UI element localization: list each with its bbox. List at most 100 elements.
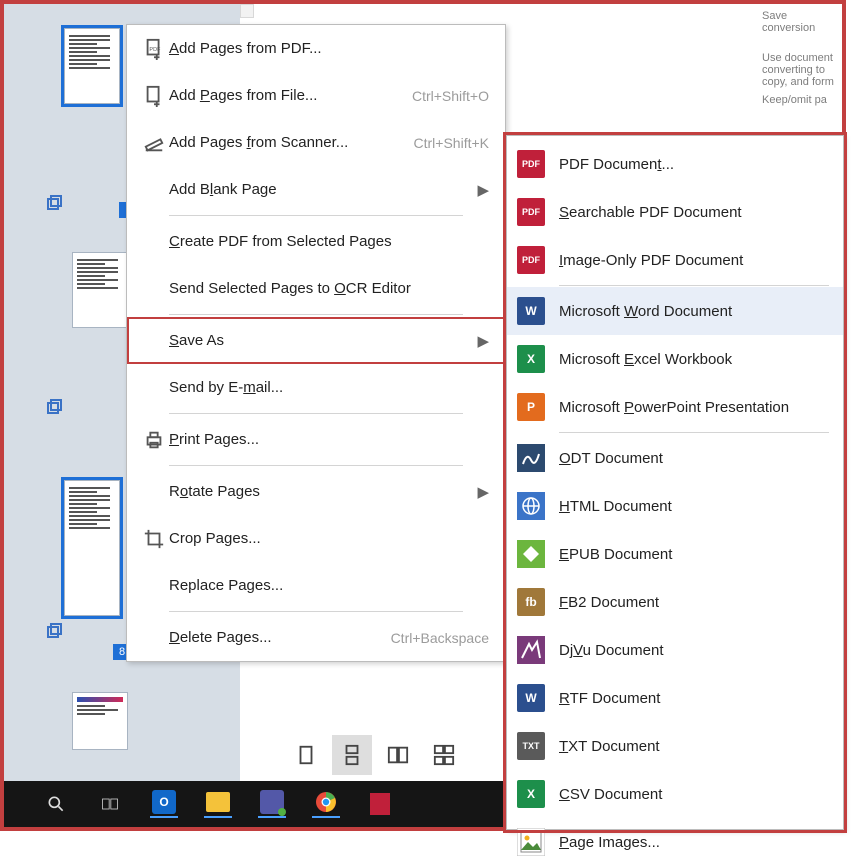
format-icon: PDF bbox=[517, 150, 545, 178]
view-continuous-button[interactable] bbox=[332, 735, 372, 775]
info-text: Keep/omit pa bbox=[762, 94, 838, 106]
save-as-option[interactable]: W RTF Document bbox=[507, 674, 843, 722]
save-as-option[interactable]: XCSV Document bbox=[507, 770, 843, 818]
option-label: Microsoft PowerPoint Presentation bbox=[559, 399, 789, 416]
menu-label: Add Pages from PDF... bbox=[169, 40, 489, 57]
format-icon bbox=[517, 828, 545, 856]
shortcut-hint: Ctrl+Shift+K bbox=[414, 135, 489, 151]
option-label: ODT Document bbox=[559, 450, 663, 467]
save-as-item[interactable]: Save As ▶ bbox=[127, 317, 505, 364]
save-as-option[interactable]: X Microsoft Excel Workbook bbox=[507, 335, 843, 383]
option-label: EPUB Document bbox=[559, 546, 672, 563]
save-as-option[interactable]: DjVu Document bbox=[507, 626, 843, 674]
option-label: FB2 Document bbox=[559, 594, 659, 611]
rotate-pages-item[interactable]: Rotate Pages ▶ bbox=[127, 468, 505, 515]
menu-label: Add Blank Page bbox=[169, 181, 477, 198]
format-icon bbox=[517, 540, 545, 568]
page-thumbnail[interactable] bbox=[72, 692, 128, 750]
file-explorer-icon[interactable] bbox=[204, 790, 232, 818]
teams-icon[interactable] bbox=[258, 790, 286, 818]
menu-label: Add Pages from File... bbox=[169, 87, 412, 104]
option-label: Image-Only PDF Document bbox=[559, 252, 743, 269]
menu-label: Send Selected Pages to OCR Editor bbox=[169, 280, 489, 297]
scanner-icon bbox=[139, 132, 169, 154]
svg-text:PDF: PDF bbox=[149, 46, 161, 52]
format-icon: PDF bbox=[517, 246, 545, 274]
crop-pages-item[interactable]: Crop Pages... bbox=[127, 515, 505, 562]
view-two-page-button[interactable] bbox=[378, 735, 418, 775]
add-pages-from-pdf-item[interactable]: PDF Add Pages from PDF... bbox=[127, 25, 505, 72]
save-as-option[interactable]: TXT TXT Document bbox=[507, 722, 843, 770]
chrome-icon[interactable] bbox=[312, 790, 340, 818]
add-blank-page-item[interactable]: Add Blank Page ▶ bbox=[127, 166, 505, 213]
page-thumbnail[interactable] bbox=[64, 480, 120, 616]
print-pages-item[interactable]: Print Pages... bbox=[127, 416, 505, 463]
menu-separator bbox=[169, 611, 463, 612]
info-text: Save conversion bbox=[762, 10, 838, 34]
save-as-option[interactable]: ODT Document bbox=[507, 434, 843, 482]
option-label: TXT Document bbox=[559, 738, 660, 755]
page-thumbnail[interactable] bbox=[72, 252, 128, 328]
add-pages-from-scanner-item[interactable]: Add Pages from Scanner... Ctrl+Shift+K bbox=[127, 119, 505, 166]
option-label: Microsoft Word Document bbox=[559, 303, 732, 320]
view-two-continuous-button[interactable] bbox=[424, 735, 464, 775]
save-as-option[interactable]: PDFSearchable PDF Document bbox=[507, 188, 843, 236]
menu-label: Replace Pages... bbox=[169, 577, 489, 594]
format-icon: TXT bbox=[517, 732, 545, 760]
format-icon bbox=[517, 492, 545, 520]
create-pdf-item[interactable]: Create PDF from Selected Pages bbox=[127, 218, 505, 265]
save-as-option[interactable]: fb FB2 Document bbox=[507, 578, 843, 626]
menu-label: Add Pages from Scanner... bbox=[169, 134, 414, 151]
send-to-ocr-item[interactable]: Send Selected Pages to OCR Editor bbox=[127, 265, 505, 312]
format-icon: fb bbox=[517, 588, 545, 616]
info-text: Use document bbox=[762, 52, 838, 64]
info-panel: Save conversion Use document converting … bbox=[762, 4, 842, 138]
menu-separator bbox=[559, 432, 829, 433]
menu-separator bbox=[169, 465, 463, 466]
replace-pages-item[interactable]: Replace Pages... bbox=[127, 562, 505, 609]
stack-icon bbox=[45, 398, 63, 416]
app-icon[interactable] bbox=[366, 790, 394, 818]
menu-label: Create PDF from Selected Pages bbox=[169, 233, 489, 250]
page-thumbnail[interactable] bbox=[64, 28, 120, 104]
format-icon: W bbox=[517, 684, 545, 712]
task-view-icon[interactable] bbox=[96, 790, 124, 818]
send-by-email-item[interactable]: Send by E-mail... bbox=[127, 364, 505, 411]
option-label: Page Images... bbox=[559, 834, 660, 851]
option-label: PDF Document... bbox=[559, 156, 674, 173]
save-as-submenu: PDF PDF Document... PDFSearchable PDF Docu… bbox=[506, 135, 844, 830]
shortcut-hint: Ctrl+Backspace bbox=[391, 630, 489, 646]
stack-icon bbox=[45, 194, 63, 212]
view-toolbar bbox=[240, 729, 510, 781]
format-icon: P bbox=[517, 393, 545, 421]
shortcut-hint: Ctrl+Shift+O bbox=[412, 88, 489, 104]
save-as-option[interactable]: HTML Document bbox=[507, 482, 843, 530]
info-text: converting to bbox=[762, 64, 838, 76]
option-label: RTF Document bbox=[559, 690, 660, 707]
delete-pages-item[interactable]: Delete Pages... Ctrl+Backspace bbox=[127, 614, 505, 661]
save-as-option[interactable]: PDF Image-Only PDF Document bbox=[507, 236, 843, 284]
format-icon: PDF bbox=[517, 198, 545, 226]
scroll-up-button[interactable] bbox=[240, 4, 254, 18]
option-label: DjVu Document bbox=[559, 642, 664, 659]
format-icon: X bbox=[517, 345, 545, 373]
save-as-option[interactable]: W Microsoft Word Document bbox=[507, 287, 843, 335]
info-text: copy, and form bbox=[762, 76, 838, 88]
search-icon[interactable] bbox=[42, 790, 70, 818]
format-icon: X bbox=[517, 780, 545, 808]
view-single-page-button[interactable] bbox=[286, 735, 326, 775]
stack-icon bbox=[45, 622, 63, 640]
add-pages-from-file-item[interactable]: Add Pages from File... Ctrl+Shift+O bbox=[127, 72, 505, 119]
submenu-arrow-icon: ▶ bbox=[477, 483, 489, 501]
save-as-option[interactable]: PDF PDF Document... bbox=[507, 140, 843, 188]
save-as-option[interactable]: EPUB Document bbox=[507, 530, 843, 578]
menu-label: Crop Pages... bbox=[169, 530, 489, 547]
format-icon: W bbox=[517, 297, 545, 325]
menu-label: Send by E-mail... bbox=[169, 379, 489, 396]
pdf-page-icon: PDF bbox=[139, 38, 169, 60]
save-as-option[interactable]: Page Images... bbox=[507, 818, 843, 866]
option-label: Microsoft Excel Workbook bbox=[559, 351, 732, 368]
outlook-icon[interactable]: O bbox=[150, 790, 178, 818]
save-as-option[interactable]: P Microsoft PowerPoint Presentation bbox=[507, 383, 843, 431]
crop-icon bbox=[139, 528, 169, 550]
